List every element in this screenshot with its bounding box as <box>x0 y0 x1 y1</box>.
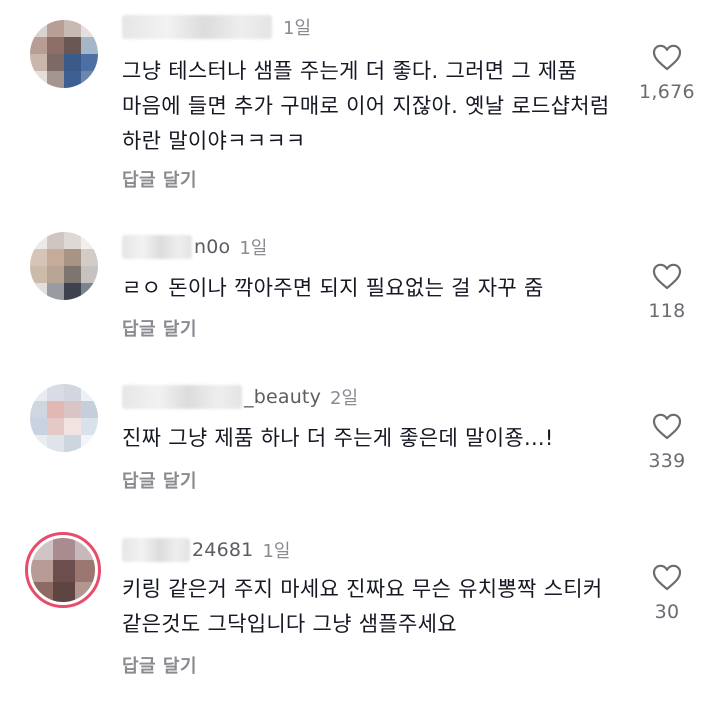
comment-time: 1일 <box>239 238 268 259</box>
like-count: 30 <box>654 601 680 623</box>
username-redacted[interactable] <box>122 385 242 409</box>
reply-button[interactable]: 답글 달기 <box>122 467 197 493</box>
reply-button[interactable]: 답글 달기 <box>122 652 197 678</box>
comment-header: 24681 1일 <box>122 537 290 563</box>
comment-text: 진짜 그냥 제품 하나 더 주는게 좋은데 말이죵...! <box>122 426 554 450</box>
like-button[interactable]: 339 <box>628 413 706 472</box>
comment-text: 그냥 테스터나 샘플 주는게 더 좋다. 그러면 그 제품 마음에 들면 추가 … <box>122 59 610 153</box>
username[interactable]: n0o <box>194 236 230 258</box>
heart-outline-icon[interactable] <box>652 413 682 440</box>
avatar[interactable] <box>30 384 98 452</box>
comment-header: _beauty 2일 <box>122 384 358 410</box>
like-button[interactable]: 118 <box>628 263 706 322</box>
like-count: 1,676 <box>639 81 695 103</box>
heart-outline-icon[interactable] <box>652 564 682 591</box>
username-redacted[interactable] <box>122 235 192 259</box>
avatar[interactable] <box>30 232 98 300</box>
comment-text: ㄹㅇ 돈이나 깍아주면 되지 필요없는 걸 자꾸 줌 <box>122 276 544 300</box>
comment-header: n0o 1일 <box>122 234 267 260</box>
username-redacted[interactable] <box>122 538 190 562</box>
avatar[interactable] <box>30 20 98 88</box>
heart-outline-icon[interactable] <box>652 44 682 71</box>
comment-time: 2일 <box>330 388 359 409</box>
avatar-story-ring[interactable] <box>25 532 101 608</box>
username-redacted[interactable] <box>122 15 272 39</box>
like-button[interactable]: 30 <box>628 564 706 623</box>
comment-text: 키링 같은거 주지 마세요 진짜요 무슨 유치뽕짝 스티커 같은것도 그닥입니다… <box>122 577 603 636</box>
like-button[interactable]: 1,676 <box>628 44 706 103</box>
comment-header: 1일 <box>122 14 311 40</box>
comment-time: 1일 <box>262 541 291 562</box>
reply-button[interactable]: 답글 달기 <box>122 315 197 341</box>
username[interactable]: _beauty <box>244 386 321 408</box>
heart-outline-icon[interactable] <box>652 263 682 290</box>
username[interactable]: 24681 <box>192 539 253 561</box>
like-count: 118 <box>648 300 686 322</box>
avatar <box>31 538 95 602</box>
like-count: 339 <box>648 450 686 472</box>
reply-button[interactable]: 답글 달기 <box>122 166 197 192</box>
comment-time: 1일 <box>283 18 312 39</box>
